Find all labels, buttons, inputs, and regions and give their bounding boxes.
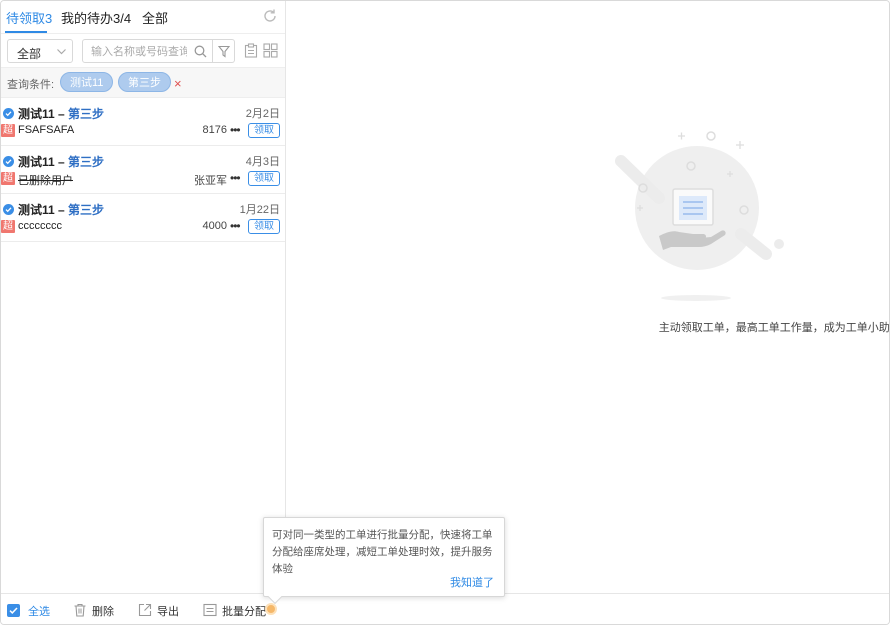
search-box bbox=[82, 39, 213, 63]
ticket-row[interactable]: 测试11 – 第三步 4月3日 超 已删除用户 张亚军 ••• 领取 bbox=[1, 146, 285, 194]
clear-criteria-icon[interactable]: × bbox=[174, 76, 182, 91]
tab-my-todo[interactable]: 我的待办3/4 bbox=[61, 8, 131, 27]
overdue-badge: 超 bbox=[1, 124, 15, 137]
tab-all[interactable]: 全部 bbox=[142, 8, 168, 27]
ticket-date: 1月22日 bbox=[239, 204, 280, 216]
tab-pending-claim[interactable]: 待领取3 bbox=[6, 8, 52, 27]
ticket-title: 测试11 – 第三步 bbox=[18, 155, 105, 169]
checked-icon[interactable] bbox=[3, 108, 14, 119]
claim-button[interactable]: 领取 bbox=[248, 123, 280, 138]
more-icon[interactable]: ••• bbox=[230, 171, 241, 185]
ticket-customer: cccccccc bbox=[18, 220, 62, 232]
overdue-badge: 超 bbox=[1, 172, 15, 185]
ticket-owner: 4000 bbox=[202, 220, 227, 232]
batch-assign-button[interactable]: 批量分配 bbox=[222, 603, 266, 619]
checked-icon[interactable] bbox=[3, 204, 14, 215]
tab-bar: 待领取3 我的待办3/4 全部 bbox=[1, 1, 285, 33]
ticket-owner: 张亚军 bbox=[194, 175, 227, 187]
more-icon[interactable]: ••• bbox=[230, 219, 241, 233]
ticket-customer: FSAFSAFA bbox=[18, 124, 75, 136]
tooltip-dismiss-button[interactable]: 我知道了 bbox=[450, 574, 494, 590]
more-icon[interactable]: ••• bbox=[230, 123, 241, 137]
chevron-down-icon bbox=[57, 49, 66, 55]
app-frame: 待领取3 我的待办3/4 全部 全部 输入名称或号码查询 查询条件: 测试11 … bbox=[0, 0, 890, 625]
advanced-filter-button[interactable] bbox=[213, 39, 235, 63]
claim-button[interactable]: 领取 bbox=[248, 219, 280, 234]
criteria-chip-step[interactable]: 第三步 bbox=[118, 72, 171, 92]
tooltip-text: 可对同一类型的工单进行批量分配，快速将工单分配给座席处理，减短工单处理时效，提升… bbox=[272, 529, 493, 575]
filter-icon bbox=[218, 45, 230, 58]
batch-assign-icon[interactable] bbox=[203, 603, 217, 617]
refresh-icon[interactable] bbox=[262, 8, 278, 24]
batch-assign-tooltip: 可对同一类型的工单进行批量分配，快速将工单分配给座席处理，减短工单处理时效，提升… bbox=[263, 517, 505, 605]
search-icon[interactable] bbox=[194, 45, 207, 58]
scope-select-value: 全部 bbox=[17, 47, 42, 61]
clipboard-icon[interactable] bbox=[244, 43, 258, 58]
trash-icon[interactable] bbox=[73, 603, 87, 617]
ticket-row[interactable]: 测试11 – 第三步 1月22日 超 cccccccc 4000 ••• 领取 bbox=[1, 194, 285, 242]
export-icon[interactable] bbox=[138, 603, 152, 617]
delete-button[interactable]: 删除 bbox=[92, 603, 114, 619]
empty-state-message: 主动领取工单，最高工单工作量，成为工单小助手~ bbox=[658, 322, 890, 334]
claim-button[interactable]: 领取 bbox=[248, 171, 280, 186]
ticket-row[interactable]: 测试11 – 第三步 2月2日 超 FSAFSAFA 8176 ••• 领取 bbox=[1, 98, 285, 146]
criteria-label: 查询条件: bbox=[7, 79, 55, 91]
detail-panel: 主动领取工单，最高工单工作量，成为工单小助手~ bbox=[286, 1, 890, 593]
empty-state-illustration bbox=[615, 131, 784, 301]
ticket-owner: 8176 bbox=[202, 124, 227, 136]
checked-icon[interactable] bbox=[3, 156, 14, 167]
grid-view-icon[interactable] bbox=[263, 43, 278, 58]
search-input[interactable] bbox=[91, 44, 187, 59]
ticket-title: 测试11 – 第三步 bbox=[18, 107, 105, 121]
criteria-chip-name[interactable]: 测试11 bbox=[60, 72, 114, 92]
scope-select[interactable]: 全部 bbox=[7, 39, 73, 63]
ticket-customer: 已删除用户 bbox=[18, 175, 73, 187]
batch-action-bar: 全选 删除 导出 批量分配 bbox=[1, 593, 889, 624]
select-all-button[interactable]: 全选 bbox=[28, 603, 50, 619]
query-criteria-bar: 查询条件: 测试11 第三步 × bbox=[1, 67, 285, 98]
ticket-title: 测试11 – 第三步 bbox=[18, 203, 105, 217]
ticket-list: 测试11 – 第三步 2月2日 超 FSAFSAFA 8176 ••• 领取 测… bbox=[1, 98, 285, 242]
ticket-list-panel: 待领取3 我的待办3/4 全部 全部 输入名称或号码查询 查询条件: 测试11 … bbox=[1, 1, 286, 593]
export-button[interactable]: 导出 bbox=[157, 603, 179, 619]
filter-toolbar: 全部 bbox=[1, 33, 285, 67]
ticket-date: 4月3日 bbox=[245, 156, 280, 168]
ticket-date: 2月2日 bbox=[245, 108, 280, 120]
guide-hotspot-icon[interactable] bbox=[265, 603, 277, 615]
select-all-checkbox[interactable] bbox=[7, 604, 20, 617]
overdue-badge: 超 bbox=[1, 220, 15, 233]
